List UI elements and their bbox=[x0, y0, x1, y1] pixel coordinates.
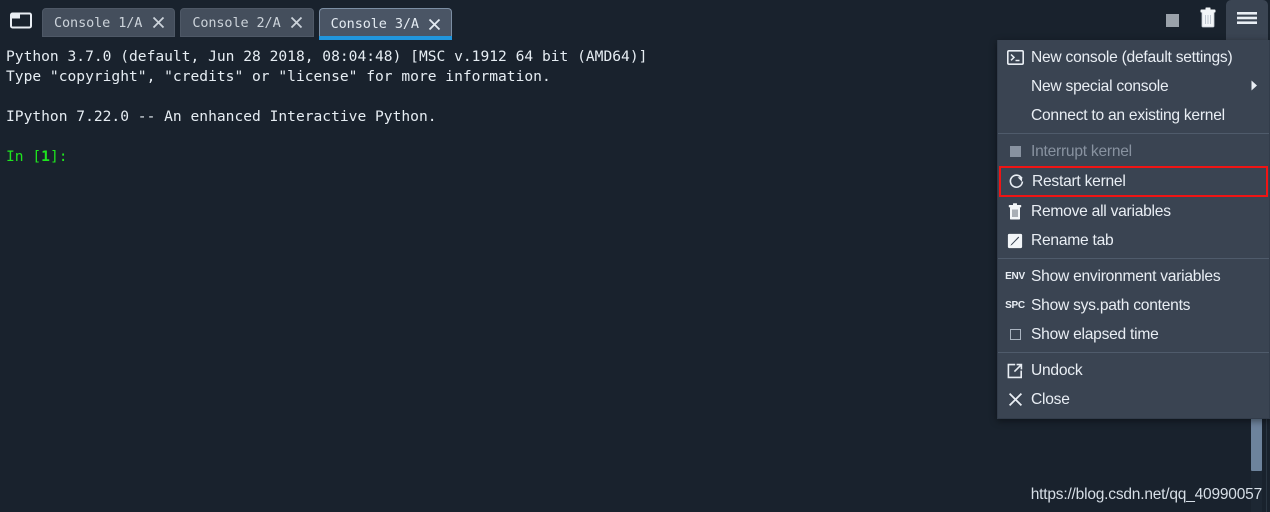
rename-icon bbox=[1004, 231, 1026, 251]
console-tab-2[interactable]: Console 2/A bbox=[180, 8, 314, 37]
menu-item-label: Restart kernel bbox=[1032, 172, 1126, 190]
menu-item-label: Connect to an existing kernel bbox=[1031, 106, 1225, 124]
remove-all-variables-button[interactable] bbox=[1190, 2, 1226, 38]
menu-item-label: Undock bbox=[1031, 361, 1083, 379]
env-icon: ENV bbox=[1004, 267, 1026, 287]
tab-label: Console 1/A bbox=[54, 14, 143, 31]
hamburger-icon bbox=[1236, 10, 1258, 31]
console-tab-3[interactable]: Console 3/A bbox=[318, 8, 453, 40]
checkbox-icon[interactable] bbox=[1004, 325, 1026, 345]
menu-item-close[interactable]: Close bbox=[998, 385, 1269, 414]
browse-tabs-icon[interactable] bbox=[8, 9, 34, 31]
stop-square-icon bbox=[1004, 142, 1026, 162]
menu-item-show-environment-variables[interactable]: ENV Show environment variables bbox=[998, 262, 1269, 291]
menu-separator bbox=[998, 258, 1269, 259]
env-icon-text: ENV bbox=[1005, 271, 1025, 282]
console-line: Type "copyright", "credits" or "license"… bbox=[6, 68, 551, 85]
menu-item-connect-existing-kernel[interactable]: Connect to an existing kernel bbox=[998, 101, 1269, 130]
menu-item-label: Remove all variables bbox=[1031, 202, 1171, 220]
menu-item-label: New console (default settings) bbox=[1031, 48, 1233, 66]
menu-item-label: New special console bbox=[1031, 77, 1169, 95]
menu-item-new-console[interactable]: New console (default settings) bbox=[998, 43, 1269, 72]
input-prompt-suffix: ]: bbox=[49, 148, 68, 165]
menu-item-show-syspath-contents[interactable]: SPC Show sys.path contents bbox=[998, 291, 1269, 320]
menu-item-label: Show elapsed time bbox=[1031, 325, 1159, 343]
input-prompt-prefix: In [ bbox=[6, 148, 42, 165]
menu-item-undock[interactable]: Undock bbox=[998, 356, 1269, 385]
toolbar-actions bbox=[1154, 0, 1270, 40]
restart-icon bbox=[1005, 172, 1027, 192]
console-tab-list: Console 1/A Console 2/A Console 3/A bbox=[42, 0, 453, 40]
menu-item-remove-all-variables[interactable]: Remove all variables bbox=[998, 197, 1269, 226]
menu-item-show-elapsed-time[interactable]: Show elapsed time bbox=[998, 320, 1269, 349]
close-icon[interactable] bbox=[428, 17, 442, 31]
spyder-console-window: Console 1/A Console 2/A Console 3/A Pyth… bbox=[0, 0, 1270, 512]
input-prompt-number: 1 bbox=[41, 148, 50, 165]
interrupt-kernel-button[interactable] bbox=[1154, 2, 1190, 38]
menu-item-label: Rename tab bbox=[1031, 231, 1114, 249]
spc-icon: SPC bbox=[1004, 296, 1026, 316]
menu-item-interrupt-kernel: Interrupt kernel bbox=[998, 137, 1269, 166]
console-tab-1[interactable]: Console 1/A bbox=[42, 8, 176, 37]
close-x-icon bbox=[1004, 390, 1026, 410]
menu-separator bbox=[998, 352, 1269, 353]
trash-icon bbox=[1198, 7, 1218, 34]
terminal-icon bbox=[1004, 48, 1026, 68]
tab-label: Console 3/A bbox=[330, 16, 419, 32]
close-icon[interactable] bbox=[290, 16, 304, 30]
menu-item-restart-kernel[interactable]: Restart kernel bbox=[999, 166, 1268, 197]
stop-square-icon bbox=[1165, 13, 1179, 27]
console-line: Python 3.7.0 (default, Jun 28 2018, 08:0… bbox=[6, 48, 648, 65]
menu-item-label: Show sys.path contents bbox=[1031, 296, 1191, 314]
console-toolbar: Console 1/A Console 2/A Console 3/A bbox=[0, 0, 1270, 40]
trash-icon bbox=[1004, 202, 1026, 222]
menu-item-rename-tab[interactable]: Rename tab bbox=[998, 226, 1269, 255]
menu-item-new-special-console[interactable]: New special console bbox=[998, 72, 1269, 101]
menu-item-label: Show environment variables bbox=[1031, 267, 1221, 285]
options-menu-button[interactable] bbox=[1226, 0, 1268, 40]
close-icon[interactable] bbox=[151, 16, 165, 30]
menu-item-label: Interrupt kernel bbox=[1031, 142, 1132, 160]
menu-separator bbox=[998, 133, 1269, 134]
chevron-right-icon bbox=[1251, 78, 1258, 96]
undock-icon bbox=[1004, 361, 1026, 381]
console-options-menu: New console (default settings) New speci… bbox=[997, 40, 1270, 419]
spc-icon-text: SPC bbox=[1005, 300, 1025, 311]
menu-icon-placeholder bbox=[1004, 77, 1026, 97]
tab-label: Console 2/A bbox=[192, 14, 281, 31]
console-line: IPython 7.22.0 -- An enhanced Interactiv… bbox=[6, 108, 437, 125]
watermark-url: https://blog.csdn.net/qq_40990057 bbox=[1030, 486, 1262, 503]
menu-icon-placeholder bbox=[1004, 106, 1026, 126]
menu-item-label: Close bbox=[1031, 390, 1070, 408]
